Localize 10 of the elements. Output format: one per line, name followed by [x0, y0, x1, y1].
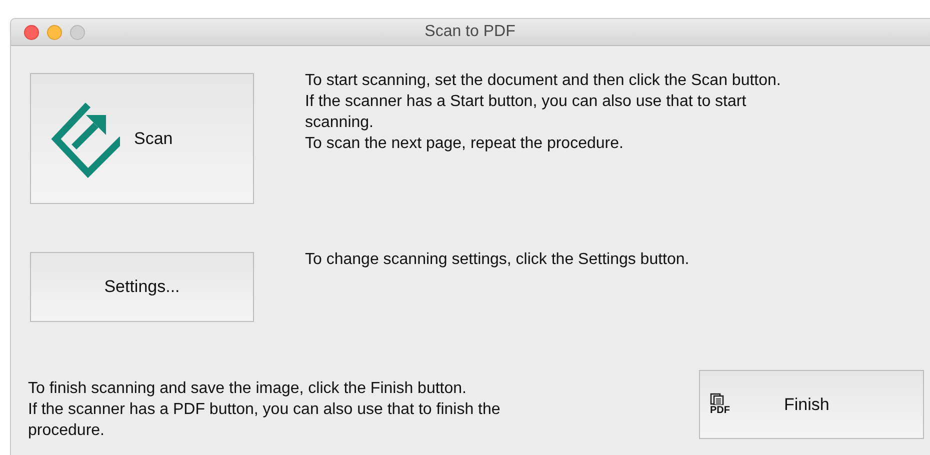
minimize-button[interactable] [47, 25, 62, 40]
settings-instructions: To change scanning settings, click the Settings button. [305, 250, 690, 270]
settings-button[interactable]: Settings... [30, 252, 254, 322]
scan-instructions: To start scanning, set the document and then click the Scan button. If the scanner has a Start button, you can also use that to start scanning. To scan the next page, repeat the procedure. [305, 71, 781, 154]
scan-button[interactable]: Scan [30, 73, 254, 204]
finish-instructions: To finish scanning and save the image, click the Finish button. If the scanner has a PDF button, you can also use that to finish the procedure. [28, 379, 500, 441]
finish-button[interactable]: PDF Finish [699, 370, 924, 439]
close-button[interactable] [24, 25, 39, 40]
window-title: Scan to PDF [424, 23, 516, 41]
zoom-button[interactable] [70, 25, 85, 40]
